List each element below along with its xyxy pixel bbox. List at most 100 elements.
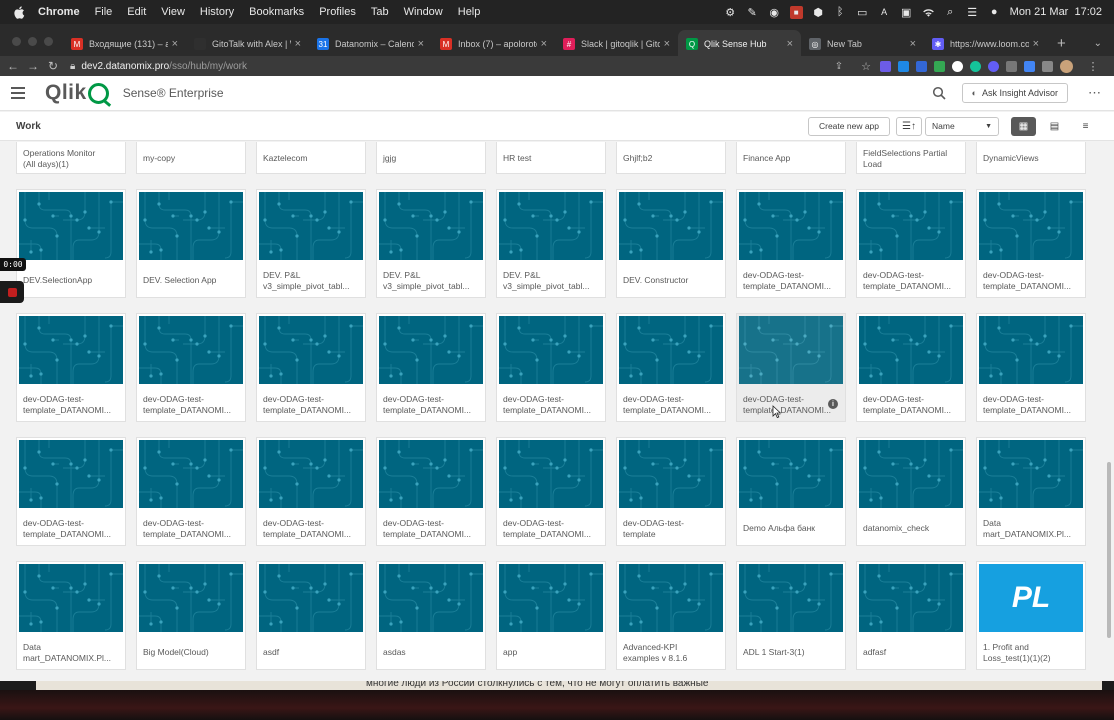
menu-view[interactable]: View xyxy=(161,6,185,18)
gear-icon[interactable]: ⚙ xyxy=(724,6,737,19)
app-card[interactable]: DynamicViews xyxy=(977,142,1085,173)
profile-avatar[interactable] xyxy=(1060,59,1073,73)
extension-download-icon[interactable] xyxy=(898,60,909,72)
close-tab-icon[interactable]: × xyxy=(664,38,670,50)
browser-tab[interactable]: # Slack | gitoqlik | Gito × xyxy=(555,30,678,58)
app-card[interactable]: dev-ODAG-test- template_DATANOMI... xyxy=(977,314,1085,421)
lock-icon[interactable]: 🔒︎ xyxy=(70,61,75,72)
menu-history[interactable]: History xyxy=(200,6,234,18)
list-view-icon[interactable]: ≡ xyxy=(1073,117,1098,136)
forward-arrow-icon[interactable]: → xyxy=(26,59,40,73)
stop-recording-button[interactable] xyxy=(0,281,24,303)
extension-multi-icon[interactable] xyxy=(934,60,945,72)
app-card[interactable]: datanomix_check xyxy=(857,438,965,545)
close-tab-icon[interactable]: × xyxy=(295,38,301,50)
close-window-button[interactable] xyxy=(12,37,21,46)
search-icon[interactable] xyxy=(932,86,946,100)
app-card[interactable]: dev-ODAG-test- template_DATANOMI... i xyxy=(737,314,845,421)
app-card[interactable]: dev-ODAG-test- template_DATANOMI... xyxy=(497,438,605,545)
app-card[interactable]: ADL 1 Start-3(1) xyxy=(737,562,845,669)
window-icon[interactable]: ▣ xyxy=(900,6,913,19)
app-card[interactable]: Advanced-KPI examples v 8.1.6 xyxy=(617,562,725,669)
app-card[interactable]: dev-ODAG-test- template_DATANOMI... xyxy=(137,314,245,421)
extension-grammarly-icon[interactable] xyxy=(970,60,981,72)
bluetooth-icon[interactable]: ᛒ xyxy=(834,6,847,19)
menu-edit[interactable]: Edit xyxy=(127,6,146,18)
large-grid-view-icon[interactable]: ▦ xyxy=(1011,116,1036,136)
app-card[interactable]: Ghjlf;b2 xyxy=(617,142,725,173)
new-tab-button[interactable]: + xyxy=(1047,35,1076,58)
broadcast-icon[interactable]: ◉ xyxy=(768,6,781,19)
browser-tab[interactable]: ✱ https://www.loom.com × xyxy=(924,30,1047,58)
maximize-window-button[interactable] xyxy=(44,37,53,46)
extensions-puzzle-icon[interactable] xyxy=(1042,60,1053,72)
app-card[interactable]: Operations Monitor (All days)(1) xyxy=(17,142,125,173)
app-card[interactable]: Kaztelecom xyxy=(257,142,365,173)
app-card[interactable]: dev-ODAG-test- template_DATANOMI... xyxy=(257,438,365,545)
browser-tab[interactable]: GitoTalk with Alex | Wo × xyxy=(186,30,309,58)
app-card[interactable]: DEV. Selection App xyxy=(137,190,245,297)
scrollbar-thumb[interactable] xyxy=(1107,462,1111,638)
app-card[interactable]: dev-ODAG-test- template_DATANOMI... xyxy=(17,438,125,545)
app-card[interactable]: dev-ODAG-test- template_DATANOMI... xyxy=(257,314,365,421)
shield-icon[interactable]: ⬢ xyxy=(812,6,825,19)
app-card[interactable]: app xyxy=(497,562,605,669)
info-icon[interactable]: i xyxy=(828,399,838,409)
close-tab-icon[interactable]: × xyxy=(172,38,178,50)
address-bar[interactable]: dev2.datanomix.pro/sso/hub/my/work xyxy=(81,61,247,72)
extension-g-icon[interactable] xyxy=(952,60,963,72)
hamburger-menu-icon[interactable] xyxy=(11,87,25,99)
reload-icon[interactable]: ↻ xyxy=(46,59,60,73)
bookmark-star-icon[interactable]: ☆ xyxy=(859,60,873,73)
ask-insight-advisor-button[interactable]: ◐ Ask Insight Advisor xyxy=(961,83,1068,103)
app-card[interactable]: Demo Альфа банк xyxy=(737,438,845,545)
create-new-app-button[interactable]: Create new app xyxy=(807,116,890,136)
close-tab-icon[interactable]: × xyxy=(418,38,424,50)
close-tab-icon[interactable]: × xyxy=(787,38,793,50)
more-options-icon[interactable]: ⋯ xyxy=(1088,85,1102,101)
app-card[interactable]: asdf xyxy=(257,562,365,669)
app-card[interactable]: dev-ODAG-test- template_DATANOMI... xyxy=(377,438,485,545)
siri-icon[interactable]: ● xyxy=(988,6,1001,19)
control-center-icon[interactable]: ☰ xyxy=(966,6,979,19)
browser-tab[interactable]: M Входящие (131) – ale × xyxy=(63,30,186,58)
back-arrow-icon[interactable]: ← xyxy=(6,59,20,73)
feather-icon[interactable]: ✎ xyxy=(746,6,759,19)
sort-order-button[interactable]: ☰↑ xyxy=(896,116,922,136)
close-tab-icon[interactable]: × xyxy=(1033,38,1039,50)
extension-purple-icon[interactable] xyxy=(880,60,891,72)
app-card[interactable]: dev-ODAG-test- template_DATANOMI... xyxy=(377,314,485,421)
app-card[interactable]: dev-ODAG-test- template_DATANOMI... xyxy=(497,314,605,421)
browser-tab[interactable]: M Inbox (7) – apoloroto × xyxy=(432,30,555,58)
apple-menu-icon[interactable] xyxy=(12,5,26,19)
small-grid-view-icon[interactable]: ▤ xyxy=(1042,117,1067,136)
browser-tab[interactable]: 31 Datanomix – Calenda × xyxy=(309,30,432,58)
close-tab-icon[interactable]: × xyxy=(910,38,916,50)
app-card[interactable]: dev-ODAG-test- template_DATANOMI... xyxy=(137,438,245,545)
app-card[interactable]: DEV. P&L v3_simple_pivot_tabl... xyxy=(257,190,365,297)
qlik-logo[interactable]: Qlik xyxy=(45,81,109,105)
app-card[interactable]: dev-ODAG-test- template_DATANOMI... xyxy=(977,190,1085,297)
app-card[interactable]: DEV. Constructor xyxy=(617,190,725,297)
tab-search-chevron-icon[interactable]: ⌄ xyxy=(1094,38,1114,58)
app-card[interactable]: PL 1. Profit and Loss_test(1)(1)(2) xyxy=(977,562,1085,669)
app-card[interactable]: asdas xyxy=(377,562,485,669)
app-card[interactable]: Finance App xyxy=(737,142,845,173)
app-card[interactable]: jgjg xyxy=(377,142,485,173)
close-tab-icon[interactable]: × xyxy=(541,38,547,50)
app-card[interactable]: DEV. P&L v3_simple_pivot_tabl... xyxy=(497,190,605,297)
extension-v-icon[interactable] xyxy=(916,60,927,72)
app-card[interactable]: FieldSelections Partial Load xyxy=(857,142,965,173)
menu-app-name[interactable]: Chrome xyxy=(38,6,80,18)
keyboard-layout-icon[interactable]: A xyxy=(878,6,891,19)
menu-file[interactable]: File xyxy=(95,6,113,18)
sort-by-dropdown[interactable]: Name ▼ xyxy=(925,116,999,136)
extension-loom-icon[interactable] xyxy=(988,60,999,72)
app-card[interactable]: dev-ODAG-test- template_DATANOMI... xyxy=(857,190,965,297)
share-icon[interactable]: ⇪ xyxy=(832,61,846,72)
app-card[interactable]: adfasf xyxy=(857,562,965,669)
spotlight-search-icon[interactable]: ⌕ xyxy=(944,6,957,19)
menu-help[interactable]: Help xyxy=(458,6,481,18)
app-card[interactable]: dev-ODAG-test- template_DATANOMI... xyxy=(737,190,845,297)
menu-window[interactable]: Window xyxy=(404,6,443,18)
